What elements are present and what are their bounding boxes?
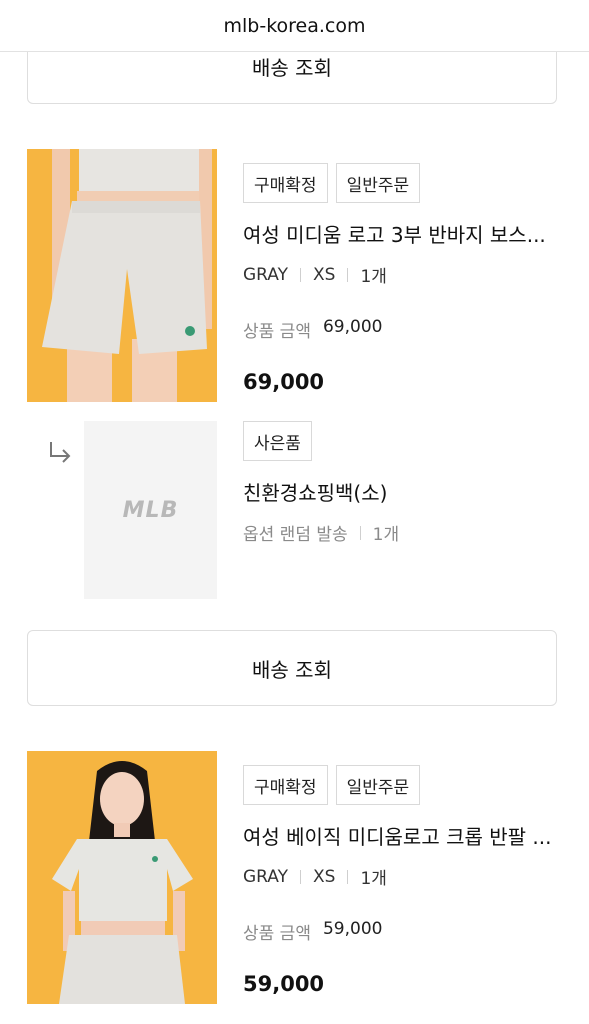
option-color-2: GRAY	[243, 866, 288, 887]
price-label: 상품 금액	[243, 322, 311, 342]
gift-option: 옵션 랜덤 발송	[243, 525, 348, 545]
gift-thumbnail: MLB	[84, 421, 217, 599]
gift-badge: 사은품	[243, 421, 312, 461]
product-name-2[interactable]: 여성 베이직 미디움로고 크롭 반팔 ...	[243, 821, 553, 850]
mlb-logo: MLB	[122, 497, 179, 523]
product-info-2: 구매확정 일반주문 여성 베이직 미디움로고 크롭 반팔 ... GRAY XS…	[243, 751, 557, 996]
status-badge-confirmed: 구매확정	[243, 163, 328, 203]
sub-item-arrow-icon	[50, 442, 71, 463]
option-quantity-2: 1개	[360, 869, 387, 889]
gift-info: 사은품 친환경쇼핑백(소) 옵션 랜덤 발송 1개	[243, 421, 557, 545]
price-value-2: 59,000	[322, 919, 383, 939]
price-value: 69,000	[322, 317, 383, 337]
order-item[interactable]: 구매확정 일반주문 여성 미디움 로고 3부 반바지 보스... GRAY XS…	[27, 149, 557, 402]
url-text: mlb-korea.com	[223, 14, 366, 37]
gift-options: 옵션 랜덤 발송 1개	[243, 520, 557, 545]
status-badges-2: 구매확정 일반주문	[243, 765, 557, 805]
product-name[interactable]: 여성 미디움 로고 3부 반바지 보스...	[243, 219, 553, 248]
order-item-2[interactable]: 구매확정 일반주문 여성 베이직 미디움로고 크롭 반팔 ... GRAY XS…	[27, 751, 557, 1004]
order-type-badge-2: 일반주문	[335, 765, 421, 805]
product-info: 구매확정 일반주문 여성 미디움 로고 3부 반바지 보스... GRAY XS…	[243, 149, 557, 394]
price-label-2: 상품 금액	[243, 924, 311, 944]
total-price-2: 59,000	[243, 972, 325, 996]
divider	[300, 267, 301, 282]
gift-name: 친환경쇼핑백(소)	[243, 481, 388, 505]
product-thumbnail-2[interactable]	[27, 751, 217, 1004]
order-list-page: mlb-korea.com 배송 조회 구매확정 일반주문 여성 미디움 로고 …	[0, 0, 589, 1024]
tshirt-product-image	[27, 751, 217, 1004]
option-size-2: XS	[313, 866, 336, 887]
browser-url-bar[interactable]: mlb-korea.com	[0, 0, 589, 52]
total-price: 69,000	[243, 370, 325, 394]
gift-quantity: 1개	[372, 525, 400, 545]
divider	[300, 869, 301, 884]
delivery-tracking-label: 배송 조회	[252, 55, 332, 80]
gift-badges: 사은품	[243, 421, 557, 461]
divider	[347, 267, 349, 282]
price-row-2: 상품 금액 59,000	[243, 919, 557, 944]
product-options: GRAY XS 1개	[243, 262, 557, 288]
product-thumbnail[interactable]	[27, 149, 217, 402]
gift-item: MLB 사은품 친환경쇼핑백(소) 옵션 랜덤 발송 1개	[27, 421, 557, 599]
shorts-product-image	[27, 149, 217, 402]
option-color: GRAY	[243, 264, 288, 285]
status-badge-confirmed-2: 구매확정	[243, 765, 328, 805]
option-quantity: 1개	[360, 267, 387, 287]
delivery-tracking-label-2: 배송 조회	[252, 657, 332, 682]
divider	[347, 869, 349, 884]
option-size: XS	[313, 264, 336, 285]
delivery-tracking-button-2[interactable]: 배송 조회	[27, 630, 557, 706]
product-options-2: GRAY XS 1개	[243, 864, 557, 890]
price-row: 상품 금액 69,000	[243, 317, 557, 342]
order-type-badge: 일반주문	[335, 163, 421, 203]
status-badges: 구매확정 일반주문	[243, 163, 557, 203]
divider	[359, 525, 361, 540]
